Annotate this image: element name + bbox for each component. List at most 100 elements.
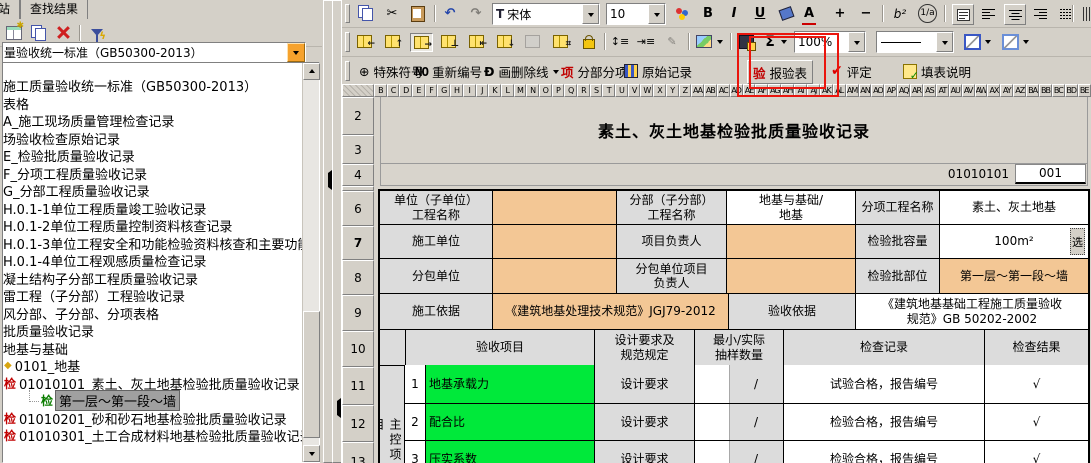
row-header[interactable]: 13 bbox=[342, 442, 374, 463]
column-header[interactable]: AK bbox=[820, 84, 833, 97]
shading-color-dropdown-icon[interactable] bbox=[1020, 32, 1032, 51]
row-header[interactable]: 6 bbox=[342, 191, 374, 226]
tree-item[interactable]: 表格 bbox=[3, 95, 319, 113]
main-control-group-cell[interactable]: 主控项目 bbox=[380, 365, 405, 463]
column-header[interactable]: AW bbox=[975, 84, 988, 97]
table-style-icon[interactable] bbox=[522, 33, 543, 50]
check-result-cell[interactable]: √ bbox=[984, 404, 1088, 440]
new-table-icon[interactable]: ✱ bbox=[4, 24, 23, 41]
tree-item[interactable]: 施工质量验收统一标准（GB50300-2013） bbox=[3, 77, 319, 95]
form-serial-cell[interactable]: 001 bbox=[1015, 164, 1086, 184]
column-header[interactable]: AS bbox=[923, 84, 936, 97]
row-header[interactable]: 2 bbox=[342, 97, 374, 135]
column-header[interactable]: AI bbox=[794, 84, 807, 97]
indent-spacing-icon[interactable]: ⇥≡ bbox=[636, 32, 656, 51]
tree-item[interactable]: 场验收检查原始记录 bbox=[3, 130, 319, 148]
check-record-cell[interactable]: 检验合格，报告编号 bbox=[783, 441, 984, 463]
column-header[interactable]: P bbox=[552, 84, 565, 97]
column-stripes-icon[interactable] bbox=[1079, 4, 1091, 23]
sampling-cell[interactable]: / bbox=[694, 441, 783, 463]
contractor-cell[interactable] bbox=[492, 225, 616, 258]
undo-icon[interactable]: ↶ bbox=[440, 4, 460, 23]
row-spacing-icon[interactable]: ↕≡ bbox=[610, 32, 630, 51]
original-record-button[interactable]: 原始记录 bbox=[619, 60, 697, 82]
dropdown-arrow-icon[interactable] bbox=[582, 4, 599, 24]
tree-item[interactable]: 地基与基础 bbox=[3, 340, 319, 358]
check-record-cell[interactable]: 检验合格，报告编号 bbox=[783, 404, 984, 440]
column-header[interactable]: AY bbox=[1000, 84, 1013, 97]
column-header[interactable]: AH bbox=[781, 84, 794, 97]
insert-row-icon[interactable]: ↑ bbox=[382, 33, 403, 50]
tree-scrollbar[interactable] bbox=[302, 63, 319, 462]
inspection-form-button[interactable]: 验 报验表 bbox=[747, 60, 813, 84]
align-left-icon[interactable] bbox=[978, 4, 998, 23]
delete-row-icon[interactable]: ↓ bbox=[494, 33, 515, 50]
column-header[interactable]: L bbox=[501, 84, 514, 97]
column-header[interactable]: I bbox=[463, 84, 476, 97]
fraction-icon[interactable]: 1/a bbox=[918, 4, 937, 23]
fill-note-button[interactable]: 填表说明 bbox=[898, 60, 976, 82]
column-header[interactable]: U bbox=[615, 84, 628, 97]
column-header[interactable]: AN bbox=[859, 84, 872, 97]
dropdown-arrow-icon[interactable] bbox=[648, 4, 665, 24]
check-result-cell[interactable]: √ bbox=[984, 441, 1088, 463]
acceptance-basis-cell[interactable]: 《建筑地基基础工程施工质量验收 规范》GB 50202-2002 bbox=[855, 294, 1088, 329]
scroll-up-icon[interactable] bbox=[303, 63, 320, 80]
column-header[interactable]: AX bbox=[987, 84, 1000, 97]
form-code[interactable]: 01010101 bbox=[947, 167, 1009, 181]
formula-calc-icon[interactable] bbox=[736, 32, 756, 51]
column-header[interactable]: AP bbox=[884, 84, 897, 97]
column-header[interactable]: AF bbox=[755, 84, 768, 97]
column-header[interactable]: H bbox=[450, 84, 463, 97]
assess-button[interactable]: ✔ 评定 bbox=[826, 60, 877, 82]
batch-part-cell[interactable]: 第一层～第一段～墙 bbox=[939, 259, 1088, 293]
column-header[interactable]: AM bbox=[846, 84, 859, 97]
tree-item[interactable]: H.0.1-2单位工程质量控制资料核查记录 bbox=[3, 217, 319, 235]
column-header[interactable]: J bbox=[476, 84, 489, 97]
item-number-cell[interactable]: 2 bbox=[405, 404, 425, 440]
column-header[interactable]: AJ bbox=[807, 84, 820, 97]
column-header[interactable]: BA bbox=[1026, 84, 1039, 97]
image-select-icon[interactable] bbox=[694, 32, 714, 51]
item-number-cell[interactable]: 1 bbox=[405, 365, 425, 403]
decrease-font-icon[interactable]: − bbox=[856, 4, 876, 23]
unit-name-cell[interactable] bbox=[492, 191, 616, 224]
column-header[interactable]: Z bbox=[679, 84, 692, 97]
strikeout-button[interactable]: Đ 画删除线 bbox=[479, 60, 564, 82]
column-header[interactable]: AC bbox=[717, 84, 730, 97]
item-number-cell[interactable]: 3 bbox=[405, 441, 425, 463]
font-color-icon[interactable]: A bbox=[802, 4, 816, 25]
column-header[interactable]: AQ bbox=[897, 84, 910, 97]
border-color-dropdown-icon[interactable] bbox=[982, 32, 994, 51]
column-header[interactable]: Y bbox=[666, 84, 679, 97]
capacity-cell[interactable]: 100m² 选 bbox=[939, 225, 1088, 258]
scrollbar-thumb[interactable] bbox=[303, 311, 320, 438]
item-name-cell[interactable]: 地基承载力 bbox=[425, 365, 594, 403]
design-requirement-cell[interactable]: 设计要求 bbox=[594, 365, 694, 403]
cut-icon[interactable]: ✂ bbox=[382, 4, 402, 23]
item-name-cell[interactable]: 配合比 bbox=[425, 404, 594, 440]
row-header[interactable]: 9 bbox=[342, 295, 374, 331]
delete-icon[interactable] bbox=[54, 24, 73, 41]
column-header[interactable]: BE bbox=[1078, 84, 1091, 97]
tree-item[interactable]: A_施工现场质量管理检查记录 bbox=[3, 112, 319, 130]
column-header[interactable]: K bbox=[488, 84, 501, 97]
format-painter-icon[interactable]: ✎ bbox=[662, 32, 682, 51]
sub-pm-cell[interactable] bbox=[726, 259, 855, 293]
tree-item[interactable]: 检 01010201_砂和砂石地基检验批质量验收记录 bbox=[3, 410, 319, 428]
toolbar-grip[interactable] bbox=[345, 32, 350, 52]
scroll-down-icon[interactable] bbox=[303, 445, 320, 462]
column-header[interactable]: Q bbox=[564, 84, 577, 97]
column-header[interactable]: AG bbox=[768, 84, 781, 97]
font-family-select[interactable]: T 宋体 bbox=[492, 3, 600, 25]
column-header[interactable]: AZ bbox=[1013, 84, 1026, 97]
shading-color-picker[interactable] bbox=[1000, 32, 1020, 51]
zoom-select[interactable]: 100% bbox=[794, 31, 866, 53]
select-all-corner[interactable] bbox=[342, 84, 374, 97]
column-header[interactable]: AR bbox=[910, 84, 923, 97]
tree-item[interactable]: 批质量验收记录 bbox=[3, 322, 319, 340]
column-header[interactable]: V bbox=[628, 84, 641, 97]
align-page-icon[interactable] bbox=[952, 4, 974, 25]
column-header[interactable]: AL bbox=[833, 84, 846, 97]
row-header[interactable]: 12 bbox=[342, 405, 374, 442]
